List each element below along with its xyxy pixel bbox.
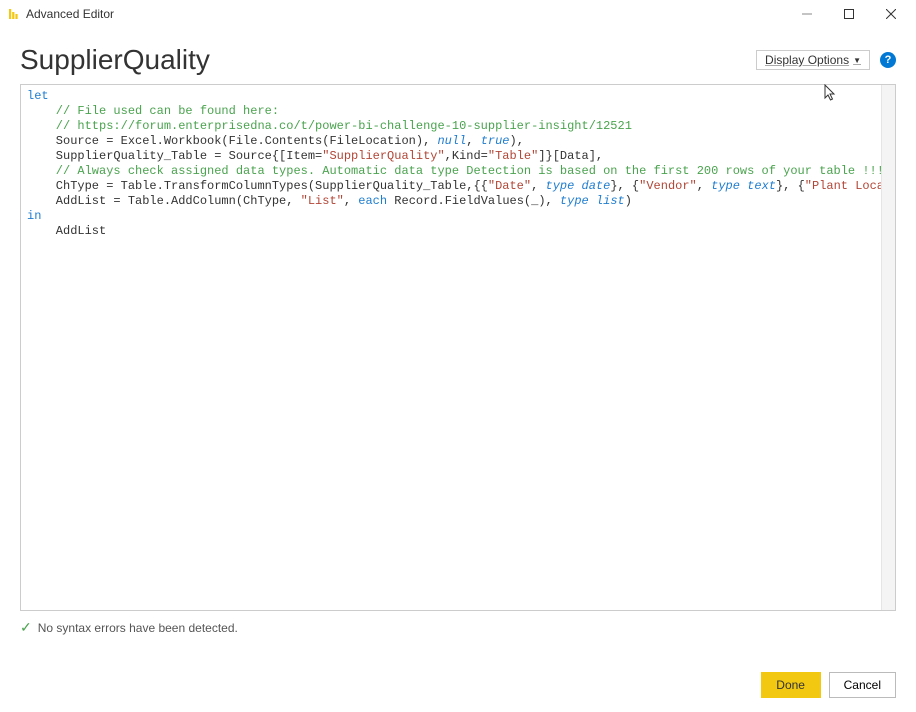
minimize-button[interactable] — [786, 0, 828, 28]
display-options-dropdown[interactable]: Display Options ▼ — [756, 50, 870, 70]
code-token: // Always check assigned data types. Aut… — [27, 164, 881, 178]
code-token: , — [531, 179, 545, 193]
app-icon — [6, 7, 20, 21]
check-icon: ✓ — [20, 619, 32, 636]
code-token: }, { — [610, 179, 639, 193]
code-token — [574, 179, 581, 193]
code-token: SupplierQuality_Table = Source{[Item= — [27, 149, 322, 163]
code-token: "Date" — [488, 179, 531, 193]
code-token: type — [711, 179, 740, 193]
code-token: "SupplierQuality" — [322, 149, 444, 163]
code-token — [589, 194, 596, 208]
code-token: in — [27, 209, 41, 223]
code-token: }, { — [776, 179, 805, 193]
window-title: Advanced Editor — [26, 7, 786, 21]
code-token: AddList = Table.AddColumn(ChType, — [27, 194, 301, 208]
code-token: Record.FieldValues(_), — [387, 194, 560, 208]
code-token: // File used can be found here: — [27, 104, 279, 118]
help-icon-label: ? — [885, 54, 892, 66]
code-token: // https://forum.enterprisedna.co/t/powe… — [27, 119, 632, 133]
done-button[interactable]: Done — [761, 672, 821, 698]
code-token: type — [546, 179, 575, 193]
maximize-button[interactable] — [828, 0, 870, 28]
chevron-down-icon: ▼ — [853, 56, 861, 65]
code-token: ,Kind= — [445, 149, 488, 163]
query-name: SupplierQuality — [20, 44, 756, 76]
code-token: ]}[Data], — [538, 149, 603, 163]
code-editor[interactable]: let // File used can be found here: // h… — [20, 84, 896, 611]
code-token: list — [596, 194, 625, 208]
code-token: ), — [510, 134, 524, 148]
display-options-label: Display Options — [765, 53, 849, 67]
vertical-scrollbar[interactable] — [881, 85, 895, 610]
code-token: "Table" — [488, 149, 538, 163]
code-token: "List" — [301, 194, 344, 208]
code-token: true — [481, 134, 510, 148]
code-token: , — [344, 194, 358, 208]
header: SupplierQuality Display Options ▼ ? — [0, 28, 916, 84]
code-token: , — [466, 134, 480, 148]
footer: Done Cancel — [761, 672, 896, 698]
code-token: each — [358, 194, 387, 208]
code-token: Source = Excel.Workbook(File.Contents(Fi… — [27, 134, 437, 148]
code-token: "Plant Location" — [805, 179, 881, 193]
titlebar: Advanced Editor — [0, 0, 916, 28]
code-token: ) — [625, 194, 632, 208]
code-content[interactable]: let // File used can be found here: // h… — [21, 85, 881, 610]
code-token: date — [582, 179, 611, 193]
status-message: No syntax errors have been detected. — [38, 621, 238, 635]
help-button[interactable]: ? — [880, 52, 896, 68]
status-bar: ✓ No syntax errors have been detected. — [0, 611, 916, 636]
code-token: text — [747, 179, 776, 193]
close-button[interactable] — [870, 0, 912, 28]
code-token: AddList — [27, 224, 106, 238]
code-token: let — [27, 89, 49, 103]
cancel-button[interactable]: Cancel — [829, 672, 896, 698]
window-controls — [786, 0, 912, 28]
code-token: ChType = Table.TransformColumnTypes(Supp… — [27, 179, 488, 193]
code-token: type — [560, 194, 589, 208]
code-token: null — [437, 134, 466, 148]
code-token: "Vendor" — [639, 179, 697, 193]
code-token: , — [697, 179, 711, 193]
